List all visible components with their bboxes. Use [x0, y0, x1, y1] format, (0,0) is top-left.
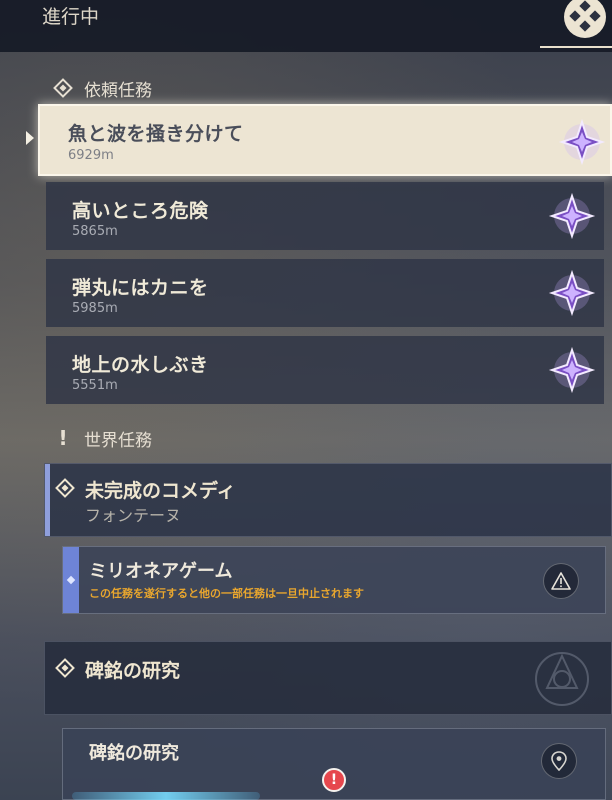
sub-quest-item[interactable]: ミリオネアゲーム この任務を遂行すると他の一部任務は一旦中止されます	[62, 546, 606, 614]
location-pin-icon	[551, 751, 567, 771]
sub-quest-warning: この任務を遂行すると他の一部任務は一旦中止されます	[89, 587, 364, 600]
world-quest-panel[interactable]: 碑銘の研究	[44, 641, 612, 715]
commission-star-icon	[548, 346, 596, 394]
commission-star-icon	[548, 192, 596, 240]
world-quest-region: フォンテーヌ	[85, 506, 182, 525]
commission-item-distance: 6929m	[68, 148, 114, 163]
top-bar: 進行中	[0, 0, 612, 52]
warning-button[interactable]	[543, 563, 579, 599]
selected-accent-bar	[45, 464, 50, 536]
exclamation-icon: !	[58, 426, 68, 450]
commission-heading: 依頼任務	[52, 75, 152, 101]
commission-star-icon	[558, 118, 606, 166]
commission-item[interactable]: 高いところ危険 5865m	[46, 182, 604, 250]
quest-menu-button[interactable]	[552, 0, 608, 44]
commission-item-title: 弾丸にはカニを	[72, 277, 209, 299]
quest-diamond-icon	[55, 658, 75, 682]
commission-item-distance: 5865m	[72, 224, 118, 239]
tab-underline	[540, 46, 612, 48]
commission-heading-label: 依頼任務	[84, 80, 152, 101]
commission-item-title: 高いところ危険	[72, 200, 209, 222]
world-quest-heading: ! 世界任務	[52, 425, 152, 451]
alert-icon[interactable]: !	[322, 768, 346, 792]
page-title: 進行中	[42, 6, 100, 28]
world-quest-heading-label: 世界任務	[84, 430, 152, 451]
commission-item-distance: 5985m	[72, 301, 118, 316]
commission-star-icon	[548, 269, 596, 317]
commission-item[interactable]: 地上の水しぶき 5551m	[46, 336, 604, 404]
world-quest-panel[interactable]: 未完成のコメディ フォンテーヌ	[44, 463, 612, 537]
quest-diamond-icon	[55, 478, 75, 502]
location-button[interactable]	[541, 743, 577, 779]
commission-diamond-icon	[52, 77, 74, 99]
world-quest-title: 未完成のコメディ	[85, 480, 236, 502]
sub-quest-title: 碑銘の研究	[89, 743, 179, 764]
commission-item[interactable]: 魚と波を掻き分けて 6929m	[38, 104, 612, 176]
selection-arrow-icon	[26, 131, 34, 145]
commission-item[interactable]: 弾丸にはカニを 5985m	[46, 259, 604, 327]
quest-menu-icon	[564, 0, 606, 38]
tab-glow-indicator	[72, 792, 260, 800]
warning-icon	[551, 572, 571, 590]
commission-item-distance: 5551m	[72, 378, 118, 393]
region-emblem-icon	[527, 648, 597, 710]
sub-quest-title: ミリオネアゲーム	[89, 561, 233, 582]
world-quest-title: 碑銘の研究	[85, 660, 181, 682]
commission-item-title: 魚と波を掻き分けて	[68, 123, 244, 145]
commission-item-title: 地上の水しぶき	[72, 354, 209, 376]
